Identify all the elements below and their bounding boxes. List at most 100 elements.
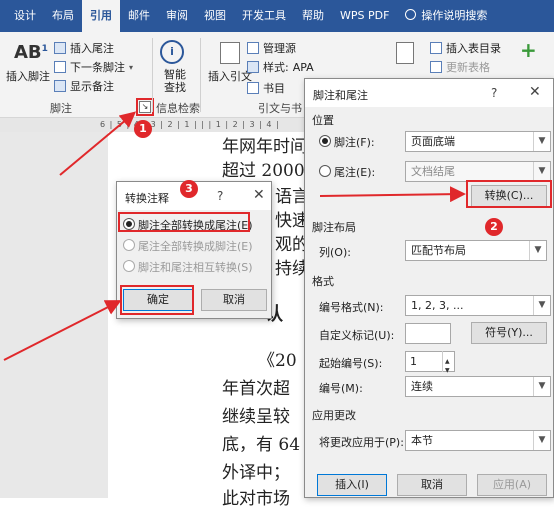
- insert-footnote-button[interactable]: 插入脚注: [6, 68, 50, 84]
- numbering-label: 编号(M):: [319, 382, 363, 395]
- style-label: 样式:: [263, 61, 289, 74]
- show-notes-label: 显示备注: [70, 80, 114, 93]
- horizontal-ruler: 6 | 5 | 4 | 3 | 2 | 1 | | | 1 | 2 | 3 | …: [0, 118, 310, 132]
- chevron-down-icon: ▼: [533, 377, 550, 396]
- start-at-value: 1: [410, 355, 417, 368]
- tab-references[interactable]: 引用: [82, 0, 120, 32]
- numbering-value: 连续: [411, 380, 433, 393]
- dialog-cancel-button[interactable]: 取消: [397, 474, 467, 496]
- bibliography-button[interactable]: 书目: [247, 80, 285, 96]
- custom-mark-label: 自定义标记(U):: [319, 329, 395, 342]
- smart-lookup-icon[interactable]: i: [160, 40, 184, 64]
- insert-endnote-button[interactable]: 插入尾注: [54, 40, 114, 56]
- step-badge-3: 3: [180, 180, 198, 198]
- smart-lookup-button[interactable]: 智能查找: [163, 68, 187, 94]
- bibliography-label: 书目: [263, 82, 285, 95]
- apply-to-select[interactable]: 本节 ▼: [405, 430, 551, 451]
- doc-line: 底，有 64: [222, 435, 301, 455]
- symbol-button[interactable]: 符号(Y)...: [471, 322, 547, 344]
- number-format-value: 1, 2, 3, ...: [411, 299, 464, 312]
- doc-line: 此对市场: [222, 489, 290, 509]
- numbering-select[interactable]: 连续 ▼: [405, 376, 551, 397]
- insert-citation-icon[interactable]: [220, 42, 240, 64]
- insert-button[interactable]: 插入(I): [317, 474, 387, 496]
- step-badge-2: 2: [485, 218, 503, 236]
- custom-mark-input[interactable]: [405, 323, 451, 344]
- chevron-down-icon: ▼: [533, 162, 550, 181]
- info-search-group-label: 信息检索: [156, 102, 200, 115]
- chevron-down-icon: ▼: [533, 431, 550, 450]
- manage-sources-button[interactable]: 管理源: [247, 40, 296, 56]
- next-footnote-button[interactable]: 下一条脚注 ▾: [54, 59, 133, 75]
- chevron-down-icon: ▼: [529, 241, 546, 260]
- tab-help[interactable]: 帮助: [294, 0, 332, 32]
- chevron-down-icon: ▼: [533, 296, 550, 315]
- convert-option3-radio[interactable]: [123, 260, 135, 272]
- insert-citation-button[interactable]: 插入引文: [208, 68, 252, 84]
- convert-cancel-button[interactable]: 取消: [201, 289, 267, 311]
- close-icon[interactable]: ✕: [253, 187, 265, 203]
- step-badge-1: 1: [134, 120, 152, 138]
- help-icon[interactable]: ?: [491, 86, 497, 100]
- update-table-button[interactable]: 更新表格: [430, 59, 490, 75]
- lightbulb-icon: [405, 9, 417, 20]
- insert-toc-button[interactable]: 插入表目录: [430, 40, 501, 56]
- mark-entry-icon[interactable]: +: [520, 38, 537, 62]
- tab-view[interactable]: 视图: [196, 0, 234, 32]
- tab-review[interactable]: 审阅: [158, 0, 196, 32]
- footnote-label: 脚注(F):: [334, 136, 375, 149]
- footnote-dialog-titlebar: 脚注和尾注 ? ✕: [305, 79, 553, 107]
- columns-select[interactable]: 匹配节布局 ▼: [405, 240, 547, 261]
- endnote-radio[interactable]: [319, 165, 331, 177]
- convert-option2-radio[interactable]: [123, 239, 135, 251]
- close-icon[interactable]: ✕: [529, 84, 541, 100]
- spinner-arrows-icon[interactable]: [442, 351, 454, 380]
- footnote-endnote-dialog: 脚注和尾注 ? ✕ 位置 脚注(F): 页面底端 ▼ 尾注(E): 文档结尾 ▼ 转…: [304, 78, 554, 498]
- columns-label: 列(O):: [319, 246, 351, 259]
- columns-value: 匹配节布局: [411, 244, 466, 257]
- help-icon[interactable]: ?: [217, 189, 223, 203]
- next-footnote-label: 下一条脚注: [70, 61, 125, 74]
- format-section-title: 格式: [312, 275, 334, 288]
- position-section-title: 位置: [312, 114, 334, 127]
- tell-me-label: 操作说明搜索: [421, 9, 488, 22]
- citation-group-label: 引文与书: [258, 102, 302, 115]
- manage-sources-label: 管理源: [263, 42, 296, 55]
- show-notes-button[interactable]: 显示备注: [54, 78, 114, 94]
- apply-to-value: 本节: [411, 434, 433, 447]
- citation-style-select[interactable]: 样式: APA: [247, 59, 314, 75]
- tab-mailings[interactable]: 邮件: [120, 0, 158, 32]
- ok-highlight-box: [120, 285, 194, 315]
- tab-wps-pdf[interactable]: WPS PDF: [332, 0, 397, 32]
- footnote-location-select[interactable]: 页面底端 ▼: [405, 131, 551, 152]
- chevron-down-icon: ▼: [533, 132, 550, 151]
- tab-layout[interactable]: 布局: [44, 0, 82, 32]
- start-at-input[interactable]: 1: [405, 351, 455, 380]
- apply-button[interactable]: 应用(A): [477, 474, 547, 496]
- tell-me-search[interactable]: 操作说明搜索: [397, 0, 495, 32]
- convert-option3-label[interactable]: 脚注和尾注相互转换(S): [138, 259, 253, 275]
- chevron-down-icon: ▾: [129, 62, 134, 72]
- layout-section-title: 脚注布局: [312, 221, 356, 234]
- style-value: APA: [292, 60, 314, 74]
- endnote-icon: [54, 42, 66, 54]
- convert-option2-label[interactable]: 尾注全部转换成脚注(E): [138, 238, 253, 254]
- doc-line: 继续呈较: [222, 407, 290, 427]
- insert-endnote-label: 插入尾注: [70, 42, 114, 55]
- start-at-label: 起始编号(S):: [319, 357, 383, 370]
- endnote-location-select[interactable]: 文档结尾 ▼: [405, 161, 551, 182]
- ribbon-tab-bar: 设计 布局 引用 邮件 审阅 视图 开发工具 帮助 WPS PDF 操作说明搜索: [0, 0, 554, 32]
- footnote-radio[interactable]: [319, 135, 331, 147]
- insert-toc-icon: [430, 42, 442, 54]
- insert-toc-label: 插入表目录: [446, 42, 501, 55]
- number-format-select[interactable]: 1, 2, 3, ... ▼: [405, 295, 551, 316]
- apply-section-title: 应用更改: [312, 409, 356, 422]
- insert-footnote-icon[interactable]: AB1: [14, 42, 48, 63]
- insert-caption-icon[interactable]: [396, 42, 414, 64]
- tab-design[interactable]: 设计: [6, 0, 44, 32]
- convert-dialog-title: 转换注释: [125, 192, 169, 205]
- tab-developer[interactable]: 开发工具: [234, 0, 294, 32]
- group-divider: [152, 38, 153, 112]
- update-table-icon: [430, 61, 442, 73]
- style-icon: [247, 61, 259, 73]
